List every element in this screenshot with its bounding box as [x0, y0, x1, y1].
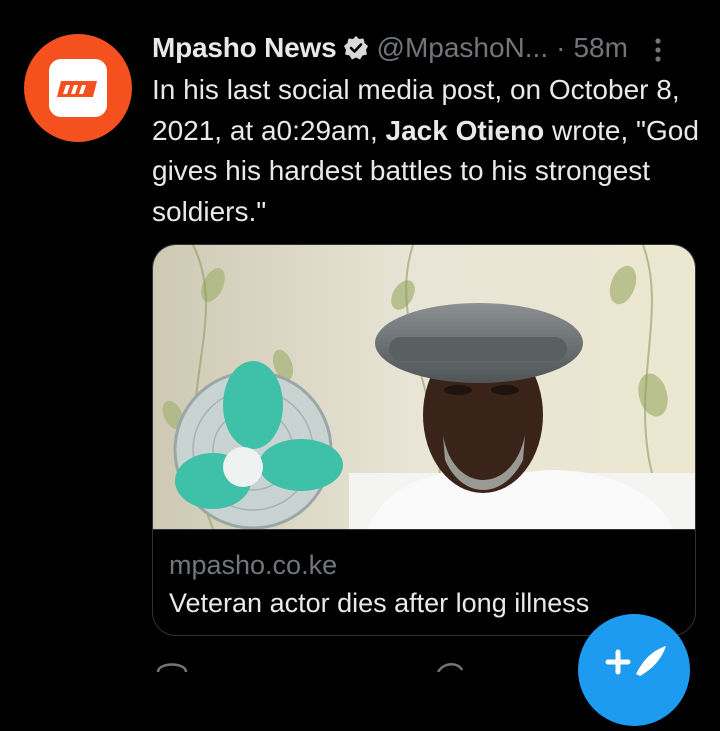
- mpasho-logo: [49, 59, 107, 117]
- card-image: [153, 245, 695, 530]
- tweet-text: In his last social media post, on Octobe…: [152, 70, 704, 232]
- compose-tweet-button[interactable]: [578, 614, 690, 726]
- card-title: Veteran actor dies after long illness: [169, 588, 590, 618]
- author-avatar[interactable]: [24, 34, 132, 142]
- link-card[interactable]: mpasho.co.ke Veteran actor dies after lo…: [152, 244, 696, 636]
- separator-dot: ·: [556, 32, 566, 63]
- author-handle[interactable]: @MpashoN...: [377, 30, 549, 66]
- tweet-header: Mpasho News @MpashoN... · 58m: [152, 28, 692, 68]
- card-domain: mpasho.co.ke: [169, 550, 338, 580]
- author-name[interactable]: Mpasho News: [152, 30, 337, 66]
- tweet-text-mention: Jack Otieno: [385, 114, 545, 146]
- more-options-icon[interactable]: [654, 36, 662, 72]
- compose-icon: [578, 646, 690, 730]
- tweet-timestamp[interactable]: 58m: [573, 30, 627, 66]
- tweet[interactable]: Mpasho News @MpashoN... · 58m In his las…: [0, 0, 720, 726]
- verified-badge-icon: [343, 35, 369, 61]
